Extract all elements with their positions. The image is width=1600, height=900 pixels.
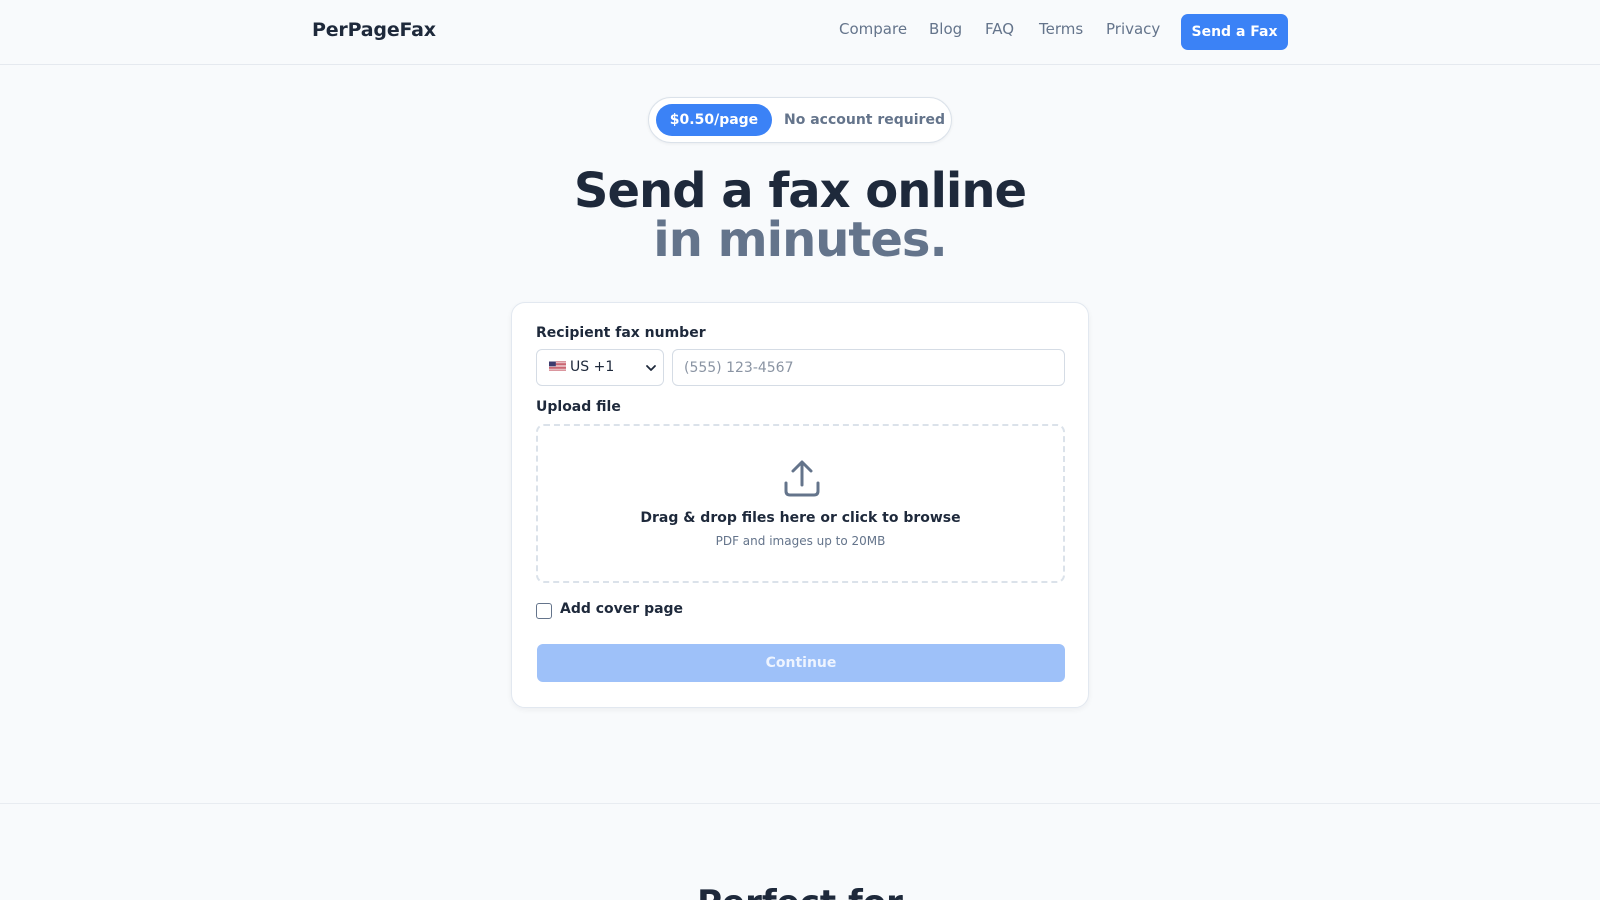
nav-terms[interactable]: Terms [1039,20,1083,44]
site-header: PerPageFax Compare Blog FAQ Terms Privac… [0,0,1600,65]
country-select-value: US +1 [570,359,615,375]
chevron-down-icon [646,365,656,371]
file-dropzone[interactable]: Drag & drop files here or click to brows… [536,424,1065,583]
continue-button[interactable]: Continue [537,644,1065,682]
perfect-for-section: Perfect for [0,803,1600,900]
recipient-label: Recipient fax number [536,325,706,341]
fax-number-input[interactable] [672,349,1065,386]
send-fax-button[interactable]: Send a Fax [1181,14,1288,50]
dropzone-text: Drag & drop files here or click to brows… [640,510,961,526]
pricing-pill: $0.50/page No account required [648,97,952,143]
hero-subtitle: in minutes. [653,212,947,268]
upload-label: Upload file [536,399,621,415]
cover-page-label[interactable]: Add cover page [560,601,683,617]
logo[interactable]: PerPageFax [312,19,436,41]
price-badge: $0.50/page [656,104,772,136]
section-title: Perfect for [0,883,1600,900]
country-select[interactable]: US +1 [536,349,664,386]
nav-privacy[interactable]: Privacy [1106,20,1160,44]
us-flag-icon [549,361,566,371]
cover-page-checkbox[interactable] [536,603,552,619]
nav-blog[interactable]: Blog [929,20,962,44]
dropzone-hint: PDF and images up to 20MB [715,534,886,548]
fax-form-card: Recipient fax number US +1 Upload file D… [511,302,1089,708]
nav-compare[interactable]: Compare [839,20,907,44]
upload-icon [784,460,820,497]
nav-faq[interactable]: FAQ [985,20,1014,44]
no-account-note: No account required [784,112,945,128]
